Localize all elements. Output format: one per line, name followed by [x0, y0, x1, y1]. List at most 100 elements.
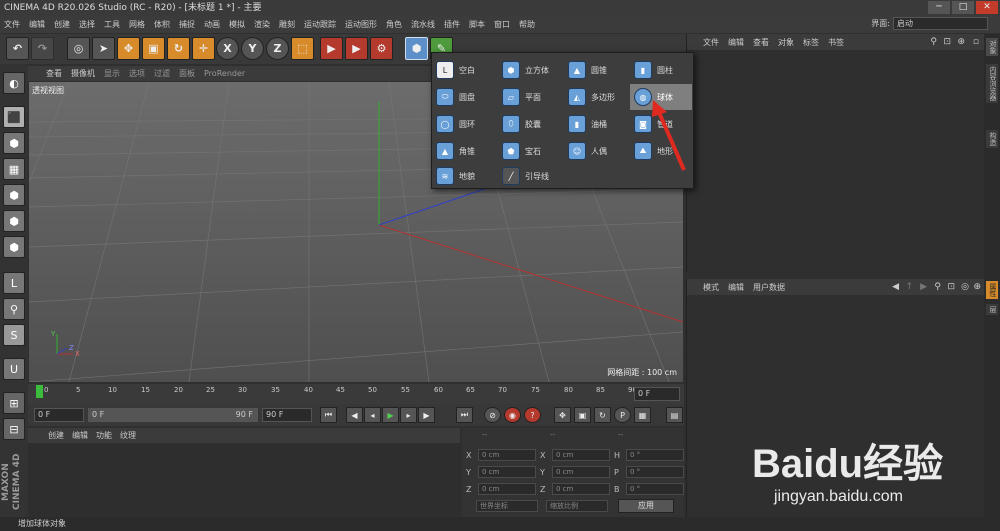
key-pla-icon[interactable]: ▦ [634, 407, 651, 423]
lock-workplane-icon[interactable]: ⊞ [3, 392, 25, 414]
menu-item[interactable]: 运动跟踪 [304, 19, 336, 30]
next-frame-icon[interactable]: ▸ [400, 407, 417, 423]
menu-item[interactable]: 体积 [154, 19, 170, 30]
edges-mode-icon[interactable]: ⬢ [3, 210, 25, 232]
panel-menu-icon[interactable]: ▫ [973, 37, 979, 47]
primitive-cone[interactable]: ▲ 圆锥 [564, 57, 626, 83]
primitive-capsule[interactable]: ⬯ 胶囊 [498, 111, 560, 137]
tab-objects[interactable]: 对象 [986, 38, 998, 56]
attribute-menu-item[interactable]: 编辑 [728, 282, 744, 293]
viewport-menu-item[interactable]: 摄像机 [71, 68, 95, 79]
object-menu-item[interactable]: 查看 [753, 37, 769, 48]
keyframe-selection-icon[interactable]: ? [524, 407, 541, 423]
render-picture-viewer-icon[interactable]: ▶ [345, 37, 368, 60]
viewport-menu-item[interactable]: 过滤 [154, 68, 170, 79]
primitive-guide[interactable]: ╱ 引导线 [498, 163, 560, 189]
new-view-icon[interactable]: ⊕ [973, 282, 981, 292]
primitive-torus[interactable]: ◯ 圆环 [432, 111, 494, 137]
tweak-icon[interactable]: ⚲ [3, 298, 25, 320]
primitive-figure[interactable]: ☺ 人偶 [564, 138, 626, 164]
menu-item[interactable]: 角色 [386, 19, 402, 30]
coord-mode-select[interactable]: 世界坐标 [476, 500, 538, 512]
menu-item[interactable]: 渲染 [254, 19, 270, 30]
primitive-cube[interactable]: ⬢ 立方体 [498, 57, 560, 83]
menu-item[interactable]: 捕捉 [179, 19, 195, 30]
go-to-start-icon[interactable]: ⏮ [320, 407, 337, 423]
minimize-button[interactable]: ─ [928, 1, 950, 14]
preview-range-slider[interactable]: 0 F 90 F [88, 408, 258, 422]
menu-item[interactable]: 选择 [79, 19, 95, 30]
apply-button[interactable]: 应用 [618, 499, 674, 513]
menu-item[interactable]: 脚本 [469, 19, 485, 30]
rotate-icon[interactable]: ↻ [167, 37, 190, 60]
new-view-icon[interactable]: ⊕ [957, 37, 965, 47]
menu-item[interactable]: 流水线 [411, 19, 435, 30]
up-arrow-icon[interactable]: ↑ [905, 282, 913, 292]
make-editable-icon[interactable]: ◐ [3, 72, 25, 94]
previous-frame-icon[interactable]: ◂ [364, 407, 381, 423]
close-button[interactable]: ✕ [976, 1, 998, 14]
attribute-menu-item[interactable]: 用户数据 [753, 282, 785, 293]
material-menu-item[interactable]: 编辑 [72, 430, 88, 441]
position-x-field[interactable]: 0 cm [478, 449, 536, 461]
primitive-polygon[interactable]: ◭ 多边形 [564, 84, 626, 110]
lock-icon[interactable]: ⊡ [947, 282, 955, 292]
rotation-b-field[interactable]: 0 ° [626, 483, 684, 495]
menu-item[interactable]: 运动图形 [345, 19, 377, 30]
material-menu-item[interactable]: 创建 [48, 430, 64, 441]
primitive-platonic[interactable]: ⬟ 宝石 [498, 138, 560, 164]
menu-item[interactable]: 编辑 [29, 19, 45, 30]
primitive-null[interactable]: L 空白 [432, 57, 494, 83]
menu-item[interactable]: 模拟 [229, 19, 245, 30]
render-view-icon[interactable]: ▶ [320, 37, 343, 60]
maximize-button[interactable]: □ [952, 1, 974, 14]
menu-item[interactable]: 插件 [444, 19, 460, 30]
menu-item[interactable]: 创建 [54, 19, 70, 30]
material-menu-item[interactable]: 功能 [96, 430, 112, 441]
current-frame-field[interactable]: 0 F [634, 387, 680, 401]
object-menu-item[interactable]: 文件 [703, 37, 719, 48]
start-frame-field[interactable]: 0 F [34, 408, 84, 422]
object-menu-item[interactable]: 编辑 [728, 37, 744, 48]
move-icon[interactable]: ✥ [117, 37, 140, 60]
material-menu-item[interactable]: 纹理 [120, 430, 136, 441]
primitive-cylinder[interactable]: ▮ 圆柱 [630, 57, 692, 83]
redo-icon[interactable]: ↷ [31, 37, 54, 60]
enable-axis-icon[interactable]: L [3, 272, 25, 294]
tab-layers[interactable]: 层 [986, 304, 998, 315]
points-mode-icon[interactable]: ⬢ [3, 184, 25, 206]
go-to-end-icon[interactable]: ⏭ [456, 407, 473, 423]
viewport-menu-item[interactable]: 面板 [179, 68, 195, 79]
key-param-icon[interactable]: P [614, 407, 631, 423]
viewport-menu-item[interactable]: 查看 [46, 68, 62, 79]
end-frame-field[interactable]: 90 F [262, 408, 312, 422]
size-mode-select[interactable]: 缩放比例 [546, 500, 608, 512]
menu-item[interactable]: 动画 [204, 19, 220, 30]
play-icon[interactable]: ▶ [382, 407, 399, 423]
rotation-h-field[interactable]: 0 ° [626, 449, 684, 461]
snap-icon[interactable]: S [3, 324, 25, 346]
key-position-icon[interactable]: ✥ [554, 407, 571, 423]
search-icon[interactable]: ⚲ [934, 282, 941, 292]
transform-icon[interactable]: ✛ [192, 37, 215, 60]
primitive-pyramid[interactable]: ▲ 角锥 [432, 138, 494, 164]
menu-item[interactable]: 文件 [4, 19, 20, 30]
object-menu-item[interactable]: 对象 [778, 37, 794, 48]
position-y-field[interactable]: 0 cm [478, 466, 536, 478]
texture-mode-icon[interactable]: ⬢ [3, 132, 25, 154]
menu-item[interactable]: 网格 [129, 19, 145, 30]
tab-content-browser[interactable]: 内容浏览器 [986, 64, 998, 103]
viewport-menu-item[interactable]: 显示 [104, 68, 120, 79]
magnet-icon[interactable]: U [3, 358, 25, 380]
key-scale-icon[interactable]: ▣ [574, 407, 591, 423]
primitive-disc[interactable]: ⬭ 圆盘 [432, 84, 494, 110]
object-menu-item[interactable]: 书签 [828, 37, 844, 48]
tab-attributes[interactable]: 属性 [986, 281, 998, 299]
polygons-mode-icon[interactable]: ⬢ [3, 236, 25, 258]
size-z-field[interactable]: 0 cm [552, 483, 610, 495]
model-mode-icon[interactable]: ⬛ [3, 106, 25, 128]
tab-structure[interactable]: 构造 [986, 130, 998, 148]
rotation-p-field[interactable]: 0 ° [626, 466, 684, 478]
coordinate-system-icon[interactable]: ⬚ [291, 37, 314, 60]
layout-select[interactable]: 启动 [893, 17, 988, 30]
